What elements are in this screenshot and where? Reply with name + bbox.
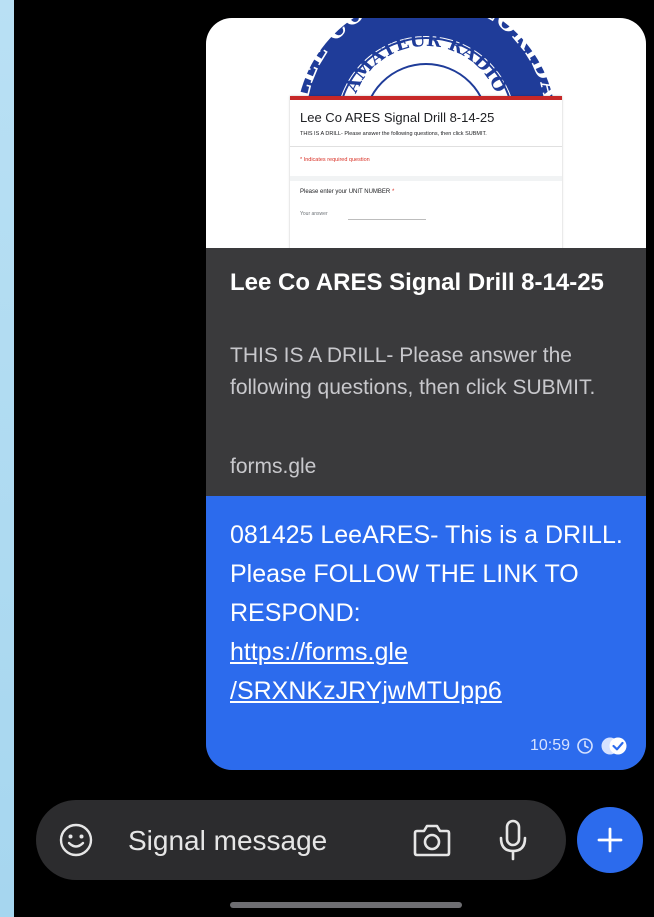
disappearing-timer-icon (577, 738, 593, 754)
message-body: 081425 LeeARES- This is a DRILL. Please … (206, 496, 646, 770)
form-answer-placeholder: Your answer (300, 211, 328, 217)
message-time: 10:59 (529, 737, 570, 754)
message-link-line1[interactable]: https://forms.gle (230, 633, 640, 672)
form-answer-line (348, 219, 426, 220)
form-question-required: * (391, 189, 395, 195)
attach-button[interactable] (577, 807, 643, 873)
message-link-line2[interactable]: /SRXNKzJRYjwMTUpp6 (230, 672, 640, 711)
message-text-body: 081425 LeeARES- This is a DRILL. Please … (230, 521, 623, 627)
microphone-icon[interactable] (498, 819, 528, 861)
form-description: THIS IS A DRILL- Please answer the follo… (300, 131, 487, 137)
message-bubble[interactable]: LEE COUNTY, FLORIDA AMATEUR RADIO Lee Co… (206, 18, 646, 770)
link-preview-domain: forms.gle (230, 455, 317, 478)
phone-screen: LEE COUNTY, FLORIDA AMATEUR RADIO Lee Co… (14, 0, 654, 917)
message-text: 081425 LeeARES- This is a DRILL. Please … (230, 516, 640, 711)
form-required-note: * Indicates required question (300, 157, 370, 163)
home-indicator[interactable] (230, 902, 462, 908)
message-input[interactable]: Signal message (128, 825, 327, 857)
read-receipt-icon (601, 737, 627, 755)
form-divider (290, 146, 562, 147)
form-question-label: Please enter your UNIT NUMBER (300, 189, 391, 195)
link-preview-image[interactable]: LEE COUNTY, FLORIDA AMATEUR RADIO Lee Co… (206, 18, 646, 248)
form-title: Lee Co ARES Signal Drill 8-14-25 (300, 110, 495, 125)
link-preview-title: Lee Co ARES Signal Drill 8-14-25 (230, 269, 604, 296)
form-question: Please enter your UNIT NUMBER * (300, 189, 394, 195)
emoji-icon[interactable] (58, 822, 94, 858)
message-composer[interactable]: Signal message (36, 800, 566, 880)
link-preview-details[interactable]: Lee Co ARES Signal Drill 8-14-25 THIS IS… (206, 248, 646, 496)
camera-icon[interactable] (412, 821, 452, 859)
plus-icon (597, 827, 623, 853)
form-preview-card: Lee Co ARES Signal Drill 8-14-25 THIS IS… (290, 96, 562, 248)
form-divider (290, 176, 562, 181)
link-preview-description: THIS IS A DRILL- Please answer the follo… (230, 344, 596, 399)
message-meta: 10:59 (530, 736, 628, 756)
